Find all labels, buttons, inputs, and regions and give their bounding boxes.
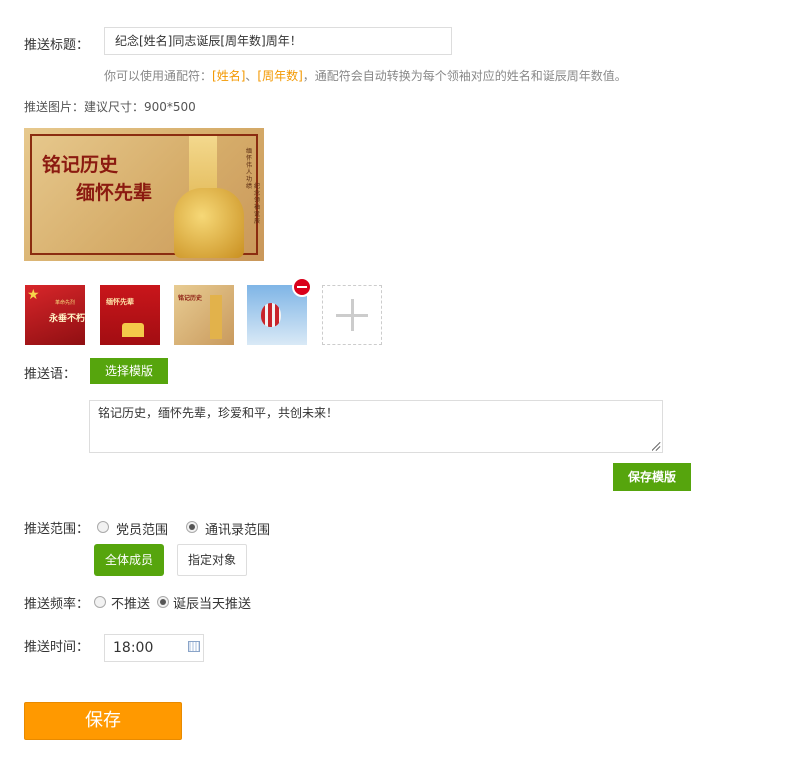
frequency-option-birthday[interactable]: 诞辰当天推送: [173, 593, 251, 612]
frequency-radio-birthday[interactable]: [157, 596, 169, 612]
image-label: 推送图片：建议尺寸：900*500: [24, 100, 196, 114]
flag-star-icon: ★: [27, 287, 40, 303]
time-value: 18:00: [113, 640, 154, 656]
save-button[interactable]: 保存: [24, 702, 182, 740]
all-members-button[interactable]: 全体成员: [94, 544, 164, 576]
main-image-title-2: 缅怀先辈: [76, 182, 153, 204]
wildcard-hint: 你可以使用通配符：[姓名]、[周年数]，通配符会自动转换为每个领袖对应的姓名和诞…: [104, 67, 627, 84]
specify-target-button[interactable]: 指定对象: [177, 544, 247, 576]
choose-template-button[interactable]: 选择模版: [90, 358, 168, 384]
scope-radio-party[interactable]: [97, 521, 109, 537]
scope-label: 推送范围：: [24, 522, 90, 537]
hint-suffix: ，通配符会自动转换为每个领袖对应的姓名和诞辰周年数值。: [302, 69, 627, 83]
add-image-button[interactable]: [322, 285, 382, 345]
frequency-label: 推送频率：: [24, 597, 90, 612]
main-image-preview: 铭记历史 缅怀先辈 缅怀伟人功绩 纪念领袖诞辰: [24, 128, 264, 261]
scope-option-contacts[interactable]: 通讯录范围: [205, 519, 270, 538]
hint-var-name: [姓名]: [212, 69, 246, 83]
time-input[interactable]: 18:00: [104, 634, 204, 662]
thumbnail-2-building: [122, 323, 144, 337]
hint-prefix: 你可以使用通配符：: [104, 69, 213, 83]
time-label: 推送时间：: [24, 640, 90, 655]
thumbnail-1[interactable]: ★ 革命先烈 永垂不朽: [25, 285, 85, 345]
thumbnail-2-text: 缅怀先辈: [106, 298, 134, 306]
main-image-vertical-1: 缅怀伟人功绩: [246, 148, 253, 190]
thumbnail-1-top: 革命先烈: [55, 300, 76, 306]
thumbnail-2[interactable]: 缅怀先辈: [100, 285, 160, 345]
thumbnail-3[interactable]: 铭记历史: [174, 285, 234, 345]
hint-var-years: [周年数]: [257, 69, 303, 83]
main-image-vertical-2: 纪念领袖诞辰: [254, 183, 261, 225]
thumbnail-3-text: 铭记历史: [178, 295, 203, 302]
remove-image-icon[interactable]: [292, 277, 312, 297]
statue-group-shape: [174, 188, 244, 258]
title-input[interactable]: 纪念[姓名]同志诞辰[周年数]周年！: [104, 27, 452, 55]
scope-radio-contacts[interactable]: [186, 521, 198, 537]
frequency-option-none[interactable]: 不推送: [111, 593, 150, 612]
message-textarea[interactable]: 铭记历史，缅怀先辈，珍爱和平，共创未来！: [89, 400, 663, 453]
message-label: 推送语：: [24, 367, 77, 382]
hot-air-balloon-icon: [261, 303, 281, 327]
title-label: 推送标题：: [24, 38, 90, 53]
scope-option-party[interactable]: 党员范围: [116, 519, 168, 538]
save-template-button[interactable]: 保存模版: [613, 463, 691, 491]
calendar-icon[interactable]: [188, 641, 200, 652]
thumbnail-3-monument: [210, 295, 222, 339]
thumbnail-1-text: 永垂不朽: [49, 314, 85, 324]
frequency-radio-none[interactable]: [94, 596, 106, 612]
resize-handle-icon[interactable]: [652, 442, 661, 451]
main-image-title-1: 铭记历史: [42, 154, 119, 176]
hint-separator: 、: [245, 69, 258, 83]
